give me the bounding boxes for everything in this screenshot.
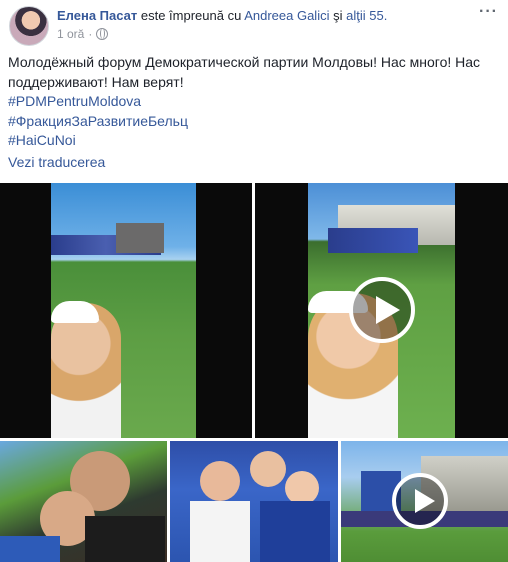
- photo-content: [0, 441, 167, 562]
- play-button-icon[interactable]: [349, 277, 415, 343]
- post-title-line: Елена Пасат este împreună cu Andreea Gal…: [57, 8, 387, 24]
- and-text: şi: [329, 8, 347, 23]
- media-photo-2[interactable]: [170, 441, 338, 562]
- media-grid: [0, 183, 508, 562]
- with-text: este împreună cu: [137, 8, 245, 23]
- post-header: Елена Пасат este împreună cu Andreea Gal…: [0, 0, 508, 48]
- hashtag-link[interactable]: #HaiCuNoi: [8, 131, 500, 151]
- media-video-3[interactable]: [341, 441, 508, 562]
- facebook-post: Елена Пасат este împreună cu Andreea Gal…: [0, 0, 508, 562]
- see-translation-link[interactable]: Vezi traducerea: [8, 154, 105, 170]
- photo-content: [170, 441, 338, 562]
- tagged-person-link[interactable]: Andreea Galici: [244, 8, 329, 23]
- play-button-icon[interactable]: [392, 473, 448, 529]
- hashtag-link[interactable]: #ФракцияЗаРазвитиеБельц: [8, 112, 500, 132]
- media-photo-1[interactable]: [0, 441, 167, 562]
- post-body: Молодёжный форум Демократической партии …: [8, 53, 500, 151]
- more-options-icon[interactable]: ···: [479, 4, 498, 20]
- separator-dot: ·: [88, 27, 93, 41]
- globe-icon[interactable]: [96, 28, 109, 40]
- media-video-1[interactable]: [0, 183, 252, 438]
- post-meta: 1 oră ·: [57, 27, 109, 41]
- video-frame: [51, 183, 196, 438]
- post-timestamp[interactable]: 1 oră: [57, 27, 84, 41]
- post-message: Молодёжный форум Демократической партии …: [8, 54, 481, 90]
- author-name-link[interactable]: Елена Пасат: [57, 8, 137, 23]
- author-avatar[interactable]: [9, 6, 49, 46]
- hashtag-link[interactable]: #PDMPentruMoldova: [8, 92, 500, 112]
- others-link[interactable]: alţii 55.: [346, 8, 387, 23]
- media-video-2[interactable]: [255, 183, 508, 438]
